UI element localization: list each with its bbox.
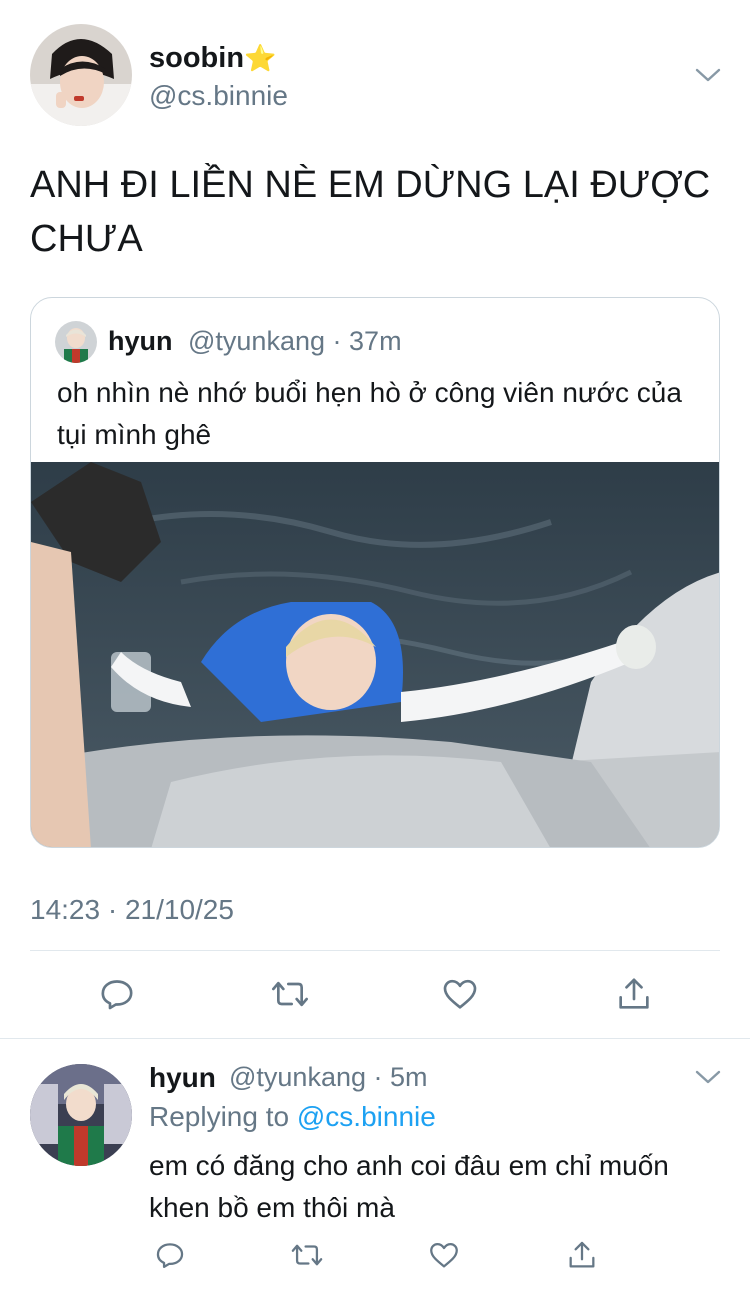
quoted-media-photo[interactable] xyxy=(31,462,719,847)
reply-avatar-image xyxy=(30,1064,132,1166)
chevron-down-icon[interactable] xyxy=(695,1069,721,1085)
tweet-timestamp[interactable]: 14:23 · 21/10/25 xyxy=(30,894,234,926)
like-button[interactable] xyxy=(422,1233,466,1277)
author-name[interactable]: soobin⭐ xyxy=(149,42,276,75)
divider xyxy=(30,950,720,951)
chevron-down-icon[interactable] xyxy=(695,67,721,83)
reply-meta: @tyunkang · 5m xyxy=(229,1062,428,1093)
like-icon xyxy=(443,979,477,1009)
author-avatar-image xyxy=(30,24,132,126)
share-button[interactable] xyxy=(560,1233,604,1277)
tweet-text: ANH ĐI LIỀN NÈ EM DỪNG LẠI ĐƯỢC CHƯA xyxy=(30,164,711,260)
reply-author-handle[interactable]: @tyunkang xyxy=(229,1062,366,1092)
share-button[interactable] xyxy=(612,972,656,1016)
reply-author-avatar[interactable] xyxy=(30,1064,132,1166)
quoted-tweet-card[interactable]: hyun @tyunkang · 37m oh nhìn nè nhớ buổi… xyxy=(30,297,720,848)
quoted-age: 37m xyxy=(349,326,402,356)
replying-prefix: Replying to xyxy=(149,1101,290,1132)
replying-to-mention[interactable]: @cs.binnie xyxy=(297,1101,436,1132)
meta-separator: · xyxy=(332,326,342,356)
star-badge-icon: ⭐ xyxy=(244,43,277,73)
quoted-meta: @tyunkang · 37m xyxy=(188,326,402,357)
like-button[interactable] xyxy=(438,972,482,1016)
quoted-tweet-text: oh nhìn nè nhớ buổi hẹn hò ở công viên n… xyxy=(57,377,682,450)
divider xyxy=(0,1038,750,1039)
reply-button[interactable] xyxy=(148,1233,192,1277)
quoted-author-handle: @tyunkang xyxy=(188,326,325,356)
author-avatar[interactable] xyxy=(30,24,132,126)
quoted-author-avatar xyxy=(55,321,97,363)
replying-to: Replying to @cs.binnie xyxy=(149,1101,436,1133)
reply-author-name[interactable]: hyun xyxy=(149,1062,216,1094)
reply-icon xyxy=(101,980,133,1010)
share-icon xyxy=(619,978,649,1009)
meta-separator: · xyxy=(373,1062,383,1092)
photo-icon xyxy=(31,462,719,847)
quoted-author-name: hyun xyxy=(108,326,173,356)
retweet-button[interactable] xyxy=(268,972,312,1016)
quoted-avatar-image xyxy=(55,321,97,363)
reply-button[interactable] xyxy=(95,972,139,1016)
author-handle[interactable]: @cs.binnie xyxy=(149,80,288,112)
retweet-button[interactable] xyxy=(285,1233,329,1277)
like-icon xyxy=(430,1242,458,1268)
retweet-icon xyxy=(272,981,308,1007)
reply-age: 5m xyxy=(390,1062,428,1092)
share-icon xyxy=(569,1241,595,1268)
reply-icon xyxy=(156,1243,184,1269)
reply-text: em có đăng cho anh coi đâu em chỉ muốn k… xyxy=(149,1150,669,1223)
retweet-icon xyxy=(291,1244,323,1266)
